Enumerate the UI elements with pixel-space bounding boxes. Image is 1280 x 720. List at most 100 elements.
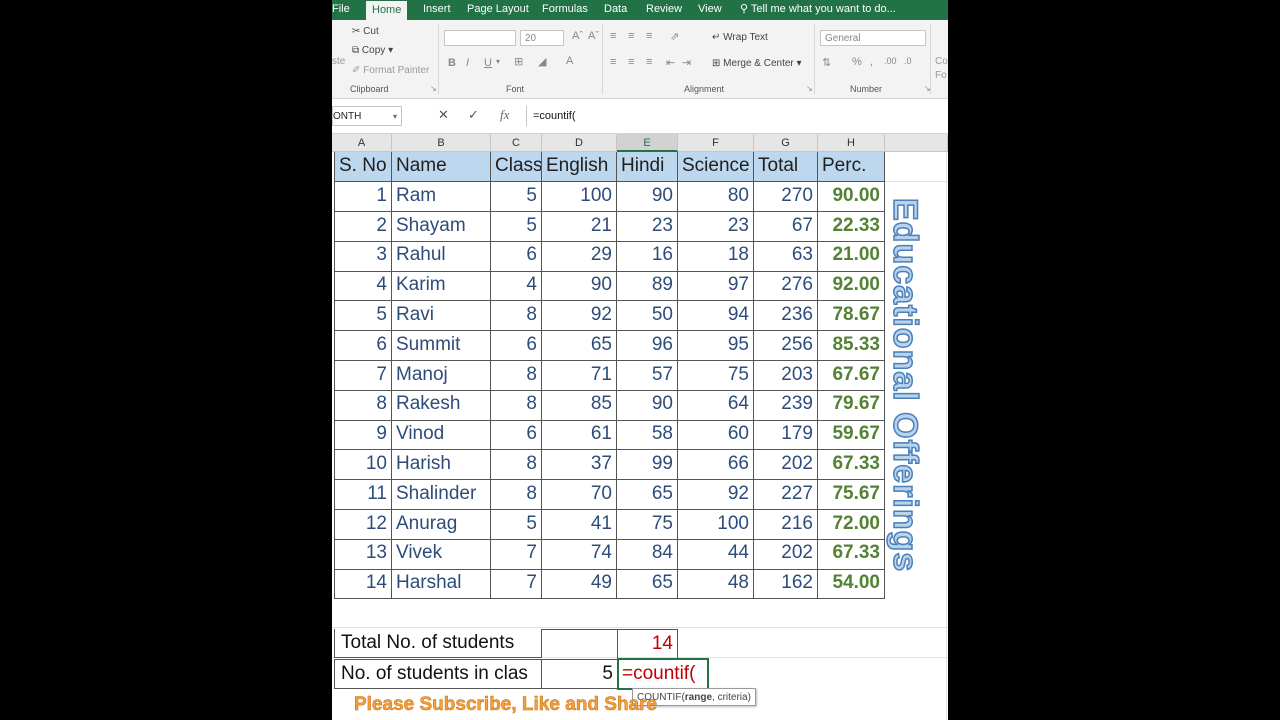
cell-perc[interactable]: 67.33 [818, 539, 885, 570]
cell-class[interactable]: 8 [491, 360, 542, 391]
cell-total[interactable]: 276 [754, 271, 818, 302]
currency-icon[interactable]: ⇅ [822, 56, 831, 69]
cell-sno[interactable]: 3 [334, 241, 392, 272]
cell-perc[interactable]: 59.67 [818, 420, 885, 451]
cell-class[interactable]: 7 [491, 539, 542, 570]
borders-icon[interactable]: ⊞ [514, 55, 523, 68]
cell-class[interactable]: 6 [491, 330, 542, 362]
cell-english[interactable]: 61 [542, 420, 617, 451]
align-right-icon[interactable]: ≡ [646, 56, 652, 68]
comma-style-icon[interactable]: , [870, 56, 873, 68]
header-name[interactable]: Name [392, 152, 491, 183]
cell-class[interactable]: 4 [491, 271, 542, 302]
cell-sno[interactable]: 9 [334, 420, 392, 451]
header-english[interactable]: English [542, 152, 617, 183]
cancel-icon[interactable]: ✕ [438, 107, 449, 123]
underline-button[interactable]: U [484, 57, 492, 69]
cell-name[interactable]: Ravi [392, 301, 491, 332]
column-header-h[interactable]: H [818, 134, 885, 152]
formula-input[interactable]: =countif( [526, 106, 948, 126]
cell-english[interactable]: 65 [542, 330, 617, 362]
cell-science[interactable]: 48 [678, 569, 754, 600]
cell-perc[interactable]: 92.00 [818, 271, 885, 302]
fill-color-icon[interactable]: ◢ [538, 55, 546, 68]
cell-class[interactable]: 8 [491, 390, 542, 421]
cell-sno[interactable]: 13 [334, 539, 392, 570]
cell-science[interactable]: 95 [678, 330, 754, 362]
align-bottom-icon[interactable]: ≡ [646, 30, 652, 42]
cell-name[interactable]: Rakesh [392, 390, 491, 421]
cell-name[interactable]: Karim [392, 271, 491, 302]
cell-english[interactable]: 21 [542, 211, 617, 242]
dialog-launcher-icon[interactable]: ↘ [430, 84, 437, 93]
header-perc[interactable]: Perc. [818, 152, 885, 183]
cell-science[interactable]: 44 [678, 539, 754, 570]
column-header-a[interactable]: A [332, 134, 392, 152]
tab-formulas[interactable]: Formulas [542, 0, 588, 20]
decrease-font-icon[interactable]: Aˇ [588, 30, 599, 42]
cell-hindi[interactable]: 96 [617, 330, 678, 362]
total-students-value[interactable]: 14 [617, 629, 678, 659]
cell-total[interactable]: 256 [754, 330, 818, 362]
cell-sno[interactable]: 5 [334, 301, 392, 332]
cell-perc[interactable]: 79.67 [818, 390, 885, 421]
cell-english[interactable]: 92 [542, 301, 617, 332]
cut-button[interactable]: ✂ Cut [352, 26, 379, 37]
header-sno[interactable]: S. No [334, 152, 392, 183]
cell-perc[interactable]: 21.00 [818, 241, 885, 272]
increase-decimal-icon[interactable]: .00 [884, 56, 897, 66]
bold-button[interactable]: B [448, 57, 456, 69]
header-hindi[interactable]: Hindi [617, 152, 678, 183]
cell-sno[interactable]: 11 [334, 479, 392, 511]
cell-total[interactable]: 203 [754, 360, 818, 391]
wrap-text-button[interactable]: ↵ Wrap Text [712, 32, 768, 43]
cell-science[interactable]: 80 [678, 181, 754, 213]
cell-name[interactable]: Anurag [392, 509, 491, 540]
cell-perc[interactable]: 90.00 [818, 181, 885, 213]
column-header-d[interactable]: D [542, 134, 617, 152]
align-top-icon[interactable]: ≡ [610, 30, 616, 42]
paste-button[interactable]: ste [332, 56, 345, 67]
cell-perc[interactable]: 54.00 [818, 569, 885, 600]
class-students-label[interactable]: No. of students in clas [334, 659, 542, 689]
cell-hindi[interactable]: 90 [617, 181, 678, 213]
tab-page-layout[interactable]: Page Layout [467, 0, 529, 20]
align-left-icon[interactable]: ≡ [610, 56, 616, 68]
tab-home[interactable]: Home [366, 1, 408, 20]
column-header-i[interactable] [885, 134, 948, 152]
cell-hindi[interactable]: 90 [617, 390, 678, 421]
cell-total[interactable]: 236 [754, 301, 818, 332]
cell-name[interactable]: Vivek [392, 539, 491, 570]
dialog-launcher-icon[interactable]: ↘ [806, 84, 813, 93]
cell-science[interactable]: 75 [678, 360, 754, 391]
cell-english[interactable]: 37 [542, 450, 617, 481]
cell-sno[interactable]: 14 [334, 569, 392, 600]
cell-total[interactable]: 67 [754, 211, 818, 242]
cell-sno[interactable]: 10 [334, 450, 392, 481]
cell-name[interactable]: Vinod [392, 420, 491, 451]
cell-perc[interactable]: 72.00 [818, 509, 885, 540]
cell-class[interactable]: 5 [491, 181, 542, 213]
increase-indent-icon[interactable]: ⇥ [682, 56, 691, 69]
format-as-table-button[interactable]: Fo [935, 70, 947, 81]
column-header-e[interactable]: E [617, 134, 678, 152]
cell-english[interactable]: 49 [542, 569, 617, 600]
cell-name[interactable]: Summit [392, 330, 491, 362]
cell-hindi[interactable]: 65 [617, 479, 678, 511]
font-size-box[interactable]: 20 [520, 30, 564, 46]
cell-total[interactable]: 270 [754, 181, 818, 213]
cell-hindi[interactable]: 65 [617, 569, 678, 600]
copy-button[interactable]: ⧉ Copy ▾ [352, 45, 393, 56]
column-header-b[interactable]: B [392, 134, 491, 152]
cell-total[interactable]: 216 [754, 509, 818, 540]
cell-perc[interactable]: 75.67 [818, 479, 885, 511]
cell-science[interactable]: 64 [678, 390, 754, 421]
cell-english[interactable]: 71 [542, 360, 617, 391]
header-science[interactable]: Science [678, 152, 754, 183]
cell-english[interactable]: 90 [542, 271, 617, 302]
cell-sno[interactable]: 7 [334, 360, 392, 391]
align-center-icon[interactable]: ≡ [628, 56, 634, 68]
cell-english[interactable]: 29 [542, 241, 617, 272]
cell-english[interactable]: 70 [542, 479, 617, 511]
tab-review[interactable]: Review [646, 0, 682, 20]
